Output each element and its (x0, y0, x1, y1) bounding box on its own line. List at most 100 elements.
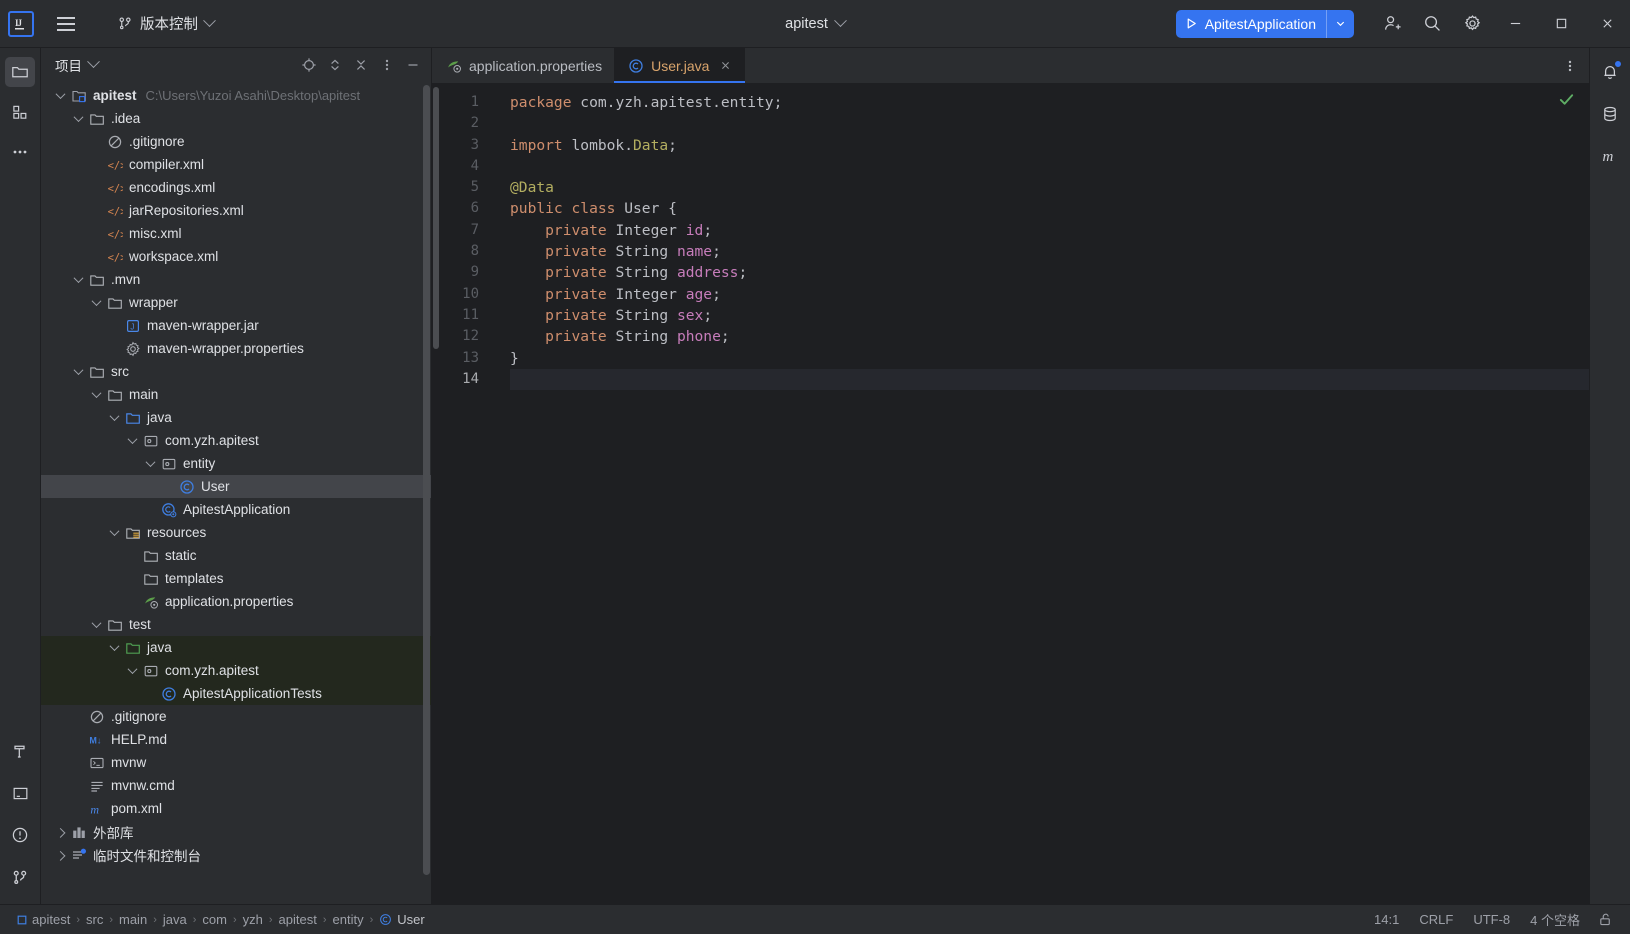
chevron-down-icon[interactable] (105, 526, 123, 537)
search-icon[interactable] (1412, 0, 1452, 48)
tree-node-maven-wrapper-properties[interactable]: maven-wrapper.properties (41, 337, 431, 360)
commit-tool-window-button[interactable] (5, 97, 35, 127)
tree-node-apitestapplicationtests[interactable]: ApitestApplicationTests (41, 682, 431, 705)
tree-node-com-yzh-apitest[interactable]: com.yzh.apitest (41, 659, 431, 682)
code-line[interactable]: package com.yzh.apitest.entity; (510, 92, 1471, 113)
ok-check-icon[interactable] (1558, 91, 1575, 108)
main-menu-button[interactable] (48, 6, 84, 42)
chevron-down-icon[interactable] (123, 664, 141, 675)
run-button[interactable]: ApitestApplication (1176, 10, 1326, 38)
project-widget[interactable]: apitest (775, 12, 855, 36)
options-button[interactable] (375, 53, 399, 77)
editor-tabs-options-button[interactable] (1557, 53, 1583, 79)
chevron-down-icon[interactable] (69, 365, 87, 376)
gear-icon[interactable] (1452, 0, 1492, 48)
gutter-markers[interactable] (488, 83, 510, 904)
code-line[interactable]: @Data (510, 177, 1471, 198)
code-line[interactable]: private String name; (510, 241, 1471, 262)
breadcrumb-item-com[interactable]: com (197, 910, 232, 929)
tree-node-static[interactable]: static (41, 544, 431, 567)
breadcrumb-item-yzh[interactable]: yzh (238, 910, 268, 929)
tree-node--[interactable]: 外部库 (41, 820, 431, 843)
problems-tool-window-button[interactable] (5, 820, 35, 850)
tree-node--gitignore[interactable]: .gitignore (41, 705, 431, 728)
breadcrumb-item-main[interactable]: main (114, 910, 152, 929)
tree-node-workspace-xml[interactable]: </> workspace.xml (41, 245, 431, 268)
editor-tab-user-java[interactable]: User.java (614, 48, 746, 83)
tree-node-java[interactable]: java (41, 406, 431, 429)
tree-node-compiler-xml[interactable]: </> compiler.xml (41, 153, 431, 176)
more-tool-windows-button[interactable] (5, 137, 35, 167)
tree-node--[interactable]: 临时文件和控制台 (41, 843, 431, 866)
indent-widget[interactable]: 4 个空格 (1521, 907, 1589, 932)
chevron-down-icon[interactable] (141, 457, 159, 468)
tree-node--idea[interactable]: .idea (41, 107, 431, 130)
tree-node-mvnw-cmd[interactable]: mvnw.cmd (41, 774, 431, 797)
chevron-down-icon[interactable] (105, 411, 123, 422)
unlocked-icon[interactable] (1591, 909, 1620, 930)
code-line[interactable]: private String address; (510, 262, 1471, 283)
code-editor[interactable]: 1 2 3 4 5 6 7 8 9 10 11 12 13 14 package com.yzh.apit… (432, 83, 1589, 904)
tree-node-pom-xml[interactable]: m pom.xml (41, 797, 431, 820)
hide-panel-button[interactable] (401, 53, 425, 77)
version-control-widget[interactable]: 版本控制 (110, 9, 222, 38)
tree-node-templates[interactable]: templates (41, 567, 431, 590)
close-icon[interactable] (1584, 0, 1630, 48)
breadcrumb-item-apitest[interactable]: apitest (12, 910, 75, 929)
select-opened-file-button[interactable] (297, 53, 321, 77)
tree-node--mvn[interactable]: .mvn (41, 268, 431, 291)
breadcrumb-item-apitest[interactable]: apitest (274, 910, 322, 929)
editor-tab-application-properties[interactable]: application.properties (432, 48, 614, 83)
line-separator-widget[interactable]: CRLF (1410, 909, 1462, 930)
code-text[interactable]: package com.yzh.apitest.entity; import l… (510, 83, 1471, 904)
tree-node-com-yzh-apitest[interactable]: com.yzh.apitest (41, 429, 431, 452)
database-tool-window-button[interactable] (1595, 99, 1625, 129)
code-line[interactable] (510, 368, 1471, 391)
breadcrumb-item-java[interactable]: java (158, 910, 192, 929)
project-view-selector[interactable]: 项目 (55, 55, 100, 75)
tree-node-mvnw[interactable]: mvnw (41, 751, 431, 774)
chevron-down-icon[interactable] (51, 89, 69, 100)
code-line[interactable]: private Integer age; (510, 284, 1471, 305)
code-line[interactable] (510, 113, 1471, 134)
chevron-right-icon[interactable] (51, 827, 69, 838)
chevron-down-icon[interactable] (105, 641, 123, 652)
project-tree-scrollbar[interactable] (423, 85, 430, 875)
editor-scrollbar-thumb[interactable] (433, 87, 439, 349)
breadcrumb-item-entity[interactable]: entity (328, 910, 369, 929)
code-line[interactable]: public class User { (510, 198, 1471, 219)
tree-node-main[interactable]: main (41, 383, 431, 406)
tree-node-java[interactable]: java (41, 636, 431, 659)
tree-node-application-properties[interactable]: application.properties (41, 590, 431, 613)
build-tool-window-button[interactable] (5, 736, 35, 766)
expand-collapse-button[interactable] (323, 53, 347, 77)
tree-node-entity[interactable]: entity (41, 452, 431, 475)
code-line[interactable]: private String phone; (510, 326, 1471, 347)
tree-node-help-md[interactable]: M↓ HELP.md (41, 728, 431, 751)
chevron-down-icon[interactable] (87, 618, 105, 629)
chevron-right-icon[interactable] (51, 850, 69, 861)
tree-node-src[interactable]: src (41, 360, 431, 383)
account-add-icon[interactable] (1372, 0, 1412, 48)
code-line[interactable]: private Integer id; (510, 220, 1471, 241)
breadcrumb-item-src[interactable]: src (81, 910, 108, 929)
maven-tool-window-button[interactable]: m (1595, 141, 1625, 171)
breadcrumb-item-user[interactable]: User (374, 910, 429, 929)
version-control-tool-window-button[interactable] (5, 862, 35, 892)
tree-node-wrapper[interactable]: wrapper (41, 291, 431, 314)
chevron-down-icon[interactable] (123, 434, 141, 445)
chevron-down-icon[interactable] (69, 273, 87, 284)
tree-node--gitignore[interactable]: .gitignore (41, 130, 431, 153)
tree-node-test[interactable]: test (41, 613, 431, 636)
code-line[interactable]: } (510, 348, 1471, 369)
tree-node-misc-xml[interactable]: </> misc.xml (41, 222, 431, 245)
run-configuration-button[interactable]: ApitestApplication (1175, 9, 1354, 38)
tree-node-user[interactable]: User (41, 475, 431, 498)
maximize-icon[interactable] (1538, 0, 1584, 48)
project-tree[interactable]: apitest C:\Users\Yuzoi Asahi\Desktop\apit… (41, 81, 431, 904)
tree-node-maven-wrapper-jar[interactable]: Jmaven-wrapper.jar (41, 314, 431, 337)
project-tool-window-button[interactable] (5, 57, 35, 87)
caret-position-widget[interactable]: 14:1 (1365, 909, 1408, 930)
chevron-down-icon[interactable] (87, 388, 105, 399)
encoding-widget[interactable]: UTF-8 (1464, 909, 1519, 930)
